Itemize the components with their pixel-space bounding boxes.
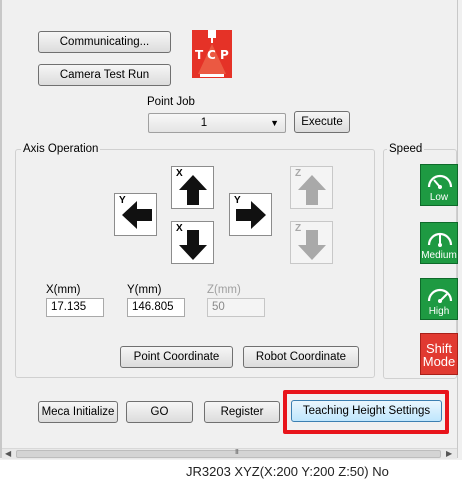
z-plus-jog-button[interactable]: Z [290, 166, 333, 209]
svg-text:C: C [207, 48, 216, 62]
shift-mode-button[interactable]: Shift Mode [420, 333, 458, 375]
speed-high-button[interactable]: High [420, 278, 458, 320]
z-mm-label: Z(mm) [207, 284, 241, 296]
horizontal-scrollbar[interactable]: ◀ III ▶ [2, 448, 457, 459]
down-arrow-icon [179, 230, 207, 260]
speed-high-label: High [428, 306, 450, 317]
scroll-left-icon[interactable]: ◀ [5, 449, 11, 459]
up-arrow-icon [179, 175, 207, 205]
speed-low-label: Low [429, 192, 449, 203]
point-job-select[interactable]: 1 ▼ [148, 113, 286, 133]
panel-border-left [0, 0, 2, 458]
x-plus-jog-button[interactable]: X [171, 166, 214, 209]
z-minus-jog-button[interactable]: Z [290, 221, 333, 264]
svg-text:T: T [195, 48, 204, 62]
go-button[interactable]: GO [126, 401, 193, 423]
tcp-logo-graphic: T C P [192, 30, 232, 78]
execute-button[interactable]: Execute [294, 111, 350, 133]
speed-medium-button[interactable]: Medium [420, 222, 458, 264]
x-minus-jog-button[interactable]: X [171, 221, 214, 264]
register-button[interactable]: Register [204, 401, 280, 423]
svg-text:P: P [220, 48, 229, 62]
y-plus-jog-button[interactable]: Y [229, 193, 272, 236]
y-minus-jog-button[interactable]: Y [114, 193, 157, 236]
tcp-logo: T C P [192, 30, 232, 78]
point-coordinate-button[interactable]: Point Coordinate [120, 346, 233, 368]
speedometer-icon [427, 288, 453, 303]
speed-low-button[interactable]: Low [420, 164, 458, 206]
robot-coordinate-button[interactable]: Robot Coordinate [243, 346, 359, 368]
scrollbar-grip: III [235, 449, 239, 456]
speedometer-icon [427, 232, 453, 247]
y-mm-label: Y(mm) [127, 284, 162, 296]
z-coordinate-field[interactable]: 50 [207, 298, 265, 317]
speedometer-icon [427, 174, 453, 189]
scrollbar-thumb[interactable]: III [16, 449, 441, 458]
x-coordinate-field[interactable]: 17.135 [46, 298, 104, 317]
point-job-label: Point Job [147, 96, 195, 108]
axis-operation-label: Axis Operation [21, 142, 101, 156]
dropdown-caret-icon: ▼ [270, 118, 279, 128]
camera-test-run-button[interactable]: Camera Test Run [38, 64, 171, 86]
speed-label: Speed [387, 142, 425, 156]
speed-medium-label: Medium [421, 250, 457, 261]
robot-control-panel: Communicating... Camera Test Run T C P P… [0, 0, 462, 460]
up-arrow-icon [298, 175, 326, 205]
y-coordinate-field[interactable]: 146.805 [127, 298, 185, 317]
point-job-selected-value: 1 [200, 117, 208, 129]
status-bar: JR3203 XYZ(X:200 Y:200 Z:50) No [0, 461, 462, 483]
status-text: JR3203 XYZ(X:200 Y:200 Z:50) No [186, 464, 389, 479]
highlight-box [283, 390, 449, 434]
down-arrow-icon [298, 230, 326, 260]
left-arrow-icon [122, 201, 152, 229]
shift-mode-label-line2: Mode [422, 354, 456, 369]
meca-initialize-button[interactable]: Meca Initialize [38, 401, 118, 423]
scroll-right-icon[interactable]: ▶ [446, 449, 452, 459]
right-arrow-icon [236, 201, 266, 229]
communicating-button[interactable]: Communicating... [38, 31, 171, 53]
x-mm-label: X(mm) [46, 284, 81, 296]
